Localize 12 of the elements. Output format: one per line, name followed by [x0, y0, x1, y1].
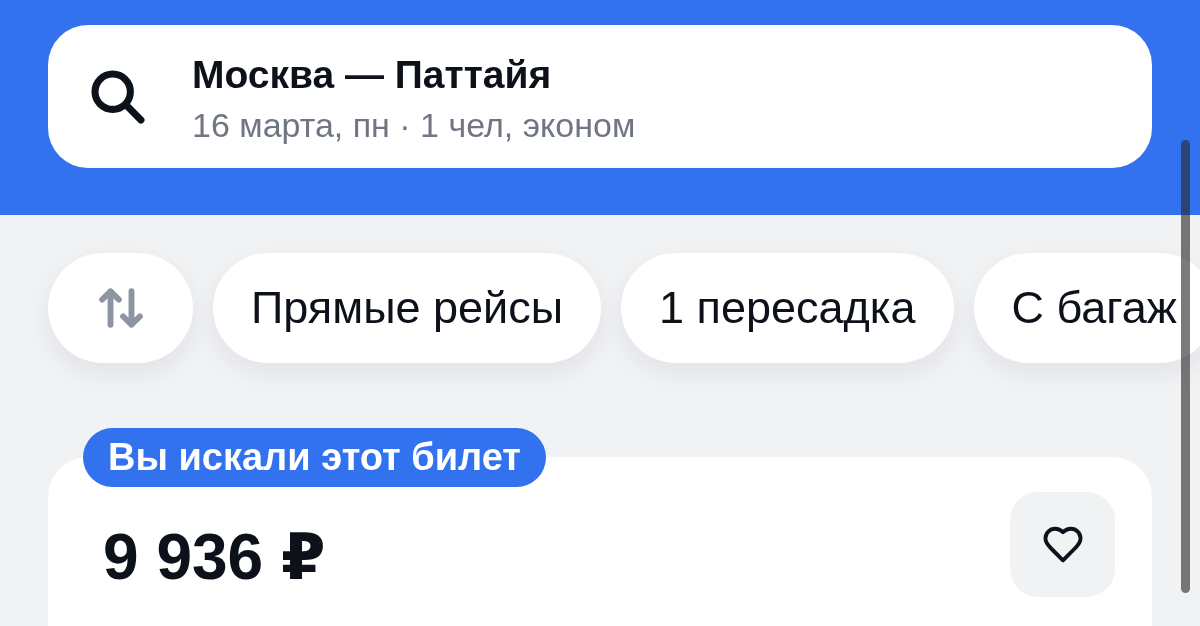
filter-chip[interactable]: Прямые рейсы — [213, 253, 602, 363]
trip-details: 16 марта, пн · 1 чел, эконом — [192, 104, 636, 145]
favorite-button[interactable] — [1010, 492, 1115, 597]
filter-chip[interactable]: С багаж — [973, 253, 1200, 363]
heart-icon — [1042, 526, 1083, 563]
search-bar[interactable]: Москва — Паттайя 16 марта, пн · 1 чел, эконом — [48, 25, 1152, 168]
searched-ticket-badge: Вы искали этот билет — [83, 428, 546, 487]
ticket-price: 9 936 ₽ — [103, 522, 326, 592]
search-icon — [91, 69, 145, 124]
route-title: Москва — Паттайя — [192, 51, 553, 98]
sort-arrows-icon — [98, 287, 143, 329]
filter-chip[interactable]: 1 пересадка — [621, 253, 954, 363]
